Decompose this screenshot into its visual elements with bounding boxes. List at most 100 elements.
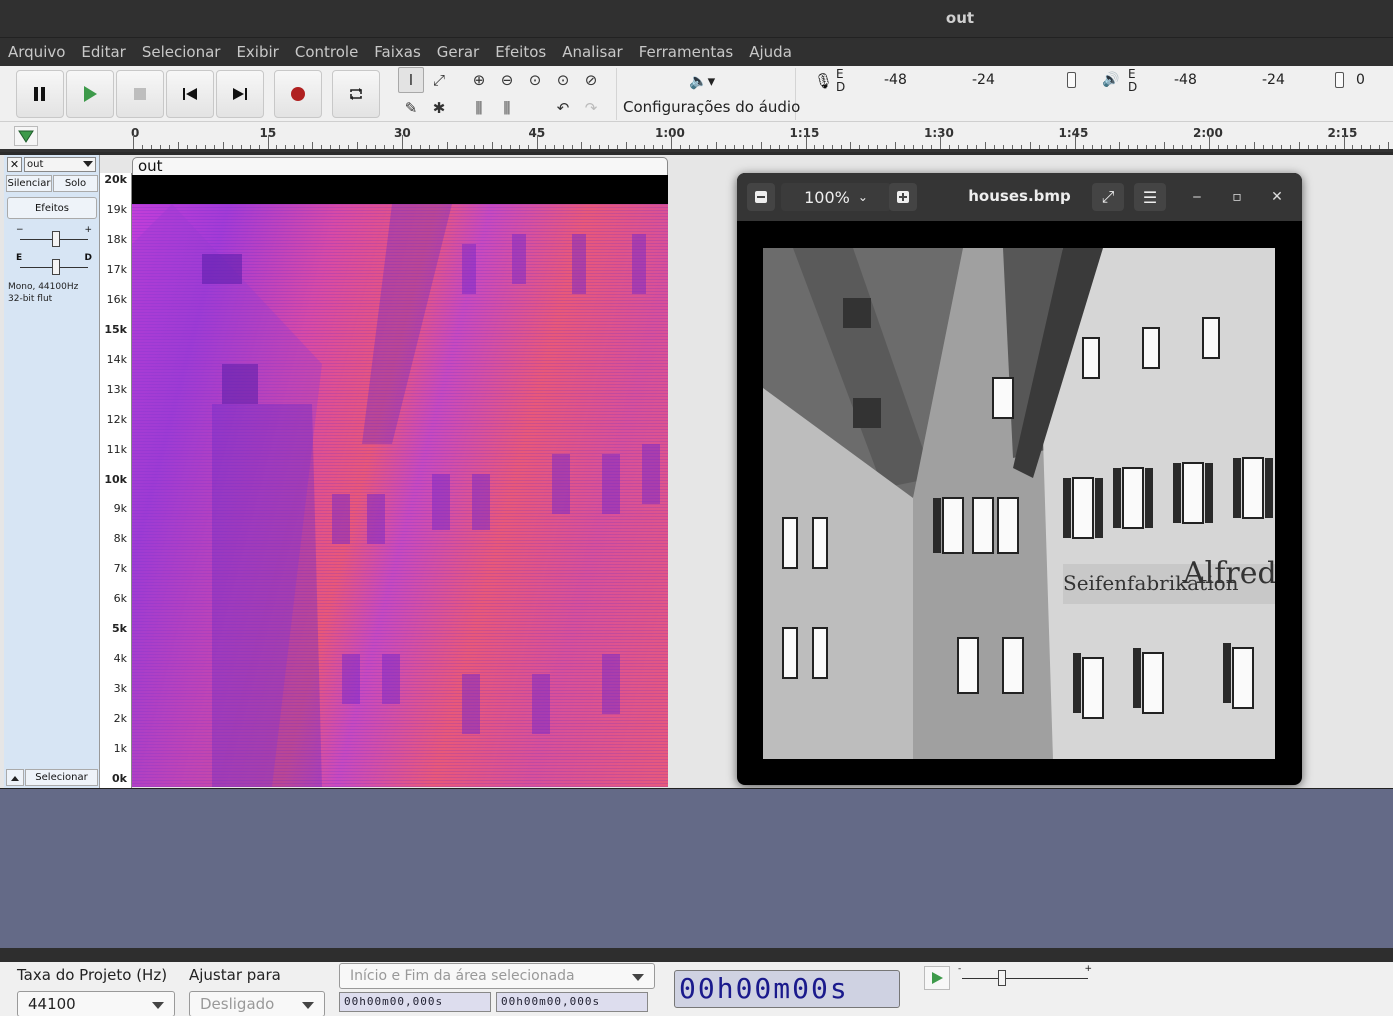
trim-audio-icon[interactable]: ⫼ [466, 95, 492, 121]
skip-end-button[interactable] [216, 70, 264, 118]
close-icon[interactable]: ✕ [1267, 187, 1287, 207]
fit-project-icon[interactable]: ⊙ [550, 67, 576, 93]
timeline-tick [464, 145, 466, 149]
zoom-level-dropdown[interactable]: 100% ⌄ [781, 183, 891, 211]
frequency-label: 16k [106, 292, 127, 306]
zoom-out-icon[interactable]: ⊖ [494, 67, 520, 93]
timeline-tick [975, 145, 977, 149]
record-volume-thumb[interactable] [1067, 72, 1076, 88]
speed-knob[interactable] [998, 970, 1006, 986]
menu-controle[interactable]: Controle [295, 43, 358, 61]
timeline-tick [366, 145, 368, 149]
playback-volume-thumb[interactable] [1335, 72, 1344, 88]
collapse-track-button[interactable] [6, 769, 24, 786]
timeline-tick [868, 145, 870, 149]
loop-button[interactable] [332, 70, 380, 118]
record-button[interactable] [274, 70, 322, 118]
timeline-tick [1173, 145, 1175, 149]
maximize-icon[interactable]: ▫ [1227, 187, 1247, 207]
zoom-in-icon[interactable]: ⊕ [466, 67, 492, 93]
frequency-label: 14k [106, 352, 127, 366]
menu-ferramentas[interactable]: Ferramentas [639, 43, 734, 61]
playback-meter[interactable]: 🔊 E D -48 -24 0 [1098, 68, 1388, 118]
effects-button[interactable]: Efeitos [7, 197, 97, 219]
project-rate-select[interactable]: 44100 [17, 991, 175, 1016]
mute-button[interactable]: Silenciar [6, 175, 52, 192]
title-bar: out [0, 0, 1393, 38]
image-viewer-window: 100% ⌄ houses.bmp ⤢ ☰ ‒ ▫ ✕ Seifenfabrik… [737, 173, 1302, 785]
main-menu-button[interactable]: ☰ [1134, 183, 1166, 211]
timeline-tick [1083, 145, 1085, 149]
timeline-ruler[interactable]: 0 15 30 45 1:00 1:15 1:30 1:45 2:00 2:15 [0, 122, 1393, 152]
menu-arquivo[interactable]: Arquivo [8, 43, 65, 61]
empty-track-area[interactable] [0, 788, 1393, 948]
play-at-speed-button[interactable] [924, 966, 950, 990]
draw-tool-icon[interactable]: ✎ [398, 95, 424, 121]
menu-faixas[interactable]: Faixas [374, 43, 421, 61]
zoom-out-button[interactable] [747, 183, 775, 211]
timeline-tick [536, 135, 538, 149]
zoom-toggle-icon[interactable]: ⊘ [578, 67, 604, 93]
track-close-button[interactable]: ✕ [7, 157, 22, 172]
redo-icon[interactable]: ↷ [578, 95, 604, 121]
selection-end-time[interactable]: 00h00m00,000s [496, 992, 648, 1012]
track-name-menu[interactable]: out [24, 157, 96, 172]
menu-editar[interactable]: Editar [81, 43, 125, 61]
menu-gerar[interactable]: Gerar [437, 43, 479, 61]
skip-start-button[interactable] [166, 70, 214, 118]
playback-meter-tick: -48 [1174, 72, 1197, 88]
pan-knob[interactable] [52, 259, 60, 275]
menu-analisar[interactable]: Analisar [562, 43, 622, 61]
gain-slider[interactable]: − + [16, 225, 92, 247]
selection-mode-select[interactable]: Início e Fim da área selecionada [339, 963, 655, 989]
record-meter[interactable]: 🎙 E D -48 -24 [808, 68, 1088, 118]
timeline-tick [635, 145, 637, 149]
timeline-tick [841, 145, 843, 149]
fullscreen-button[interactable]: ⤢ [1092, 183, 1124, 211]
timeline-tick [993, 145, 995, 149]
zoom-in-button[interactable] [889, 183, 917, 211]
timeline-tick [1325, 145, 1327, 149]
fit-selection-icon[interactable]: ⊙ [522, 67, 548, 93]
pan-slider[interactable]: E D [16, 253, 92, 275]
menu-exibir[interactable]: Exibir [236, 43, 278, 61]
timeline-tick [913, 145, 915, 149]
timeline-tick [527, 145, 529, 149]
playhead-button[interactable] [14, 126, 38, 146]
timeline-tick [1370, 145, 1372, 149]
frequency-label: 20k [104, 173, 127, 186]
stop-button[interactable] [116, 70, 164, 118]
timeline-tick [1092, 145, 1094, 149]
timeline-tick [599, 145, 601, 149]
envelope-tool-icon[interactable]: ⤢ [426, 67, 452, 93]
multi-tool-icon[interactable]: ✱ [426, 95, 452, 121]
chevron-down-icon [152, 1002, 164, 1009]
playback-speed-slider[interactable]: - + [958, 964, 1092, 986]
timeline-tick [778, 145, 780, 149]
spectrogram[interactable] [132, 175, 668, 787]
menu-selecionar[interactable]: Selecionar [142, 43, 221, 61]
solo-button[interactable]: Solo [53, 175, 98, 192]
timeline-tick [966, 145, 968, 149]
minimize-icon[interactable]: ‒ [1187, 187, 1207, 207]
timeline-tick [814, 145, 816, 149]
timeline-tick [796, 145, 798, 149]
frequency-label: 15k [104, 322, 127, 336]
audio-position-time[interactable]: 00h00m00s [674, 970, 900, 1008]
gain-knob[interactable] [52, 231, 60, 247]
menu-efeitos[interactable]: Efeitos [495, 43, 546, 61]
frequency-label: 10k [104, 472, 127, 486]
pause-button[interactable] [16, 70, 64, 118]
selection-start-time[interactable]: 00h00m00,000s [339, 992, 491, 1012]
audio-settings-button[interactable]: 🔈▾ Configurações do áudio [616, 68, 800, 120]
silence-audio-icon[interactable]: ⫼ [494, 95, 520, 121]
menu-ajuda[interactable]: Ajuda [749, 43, 792, 61]
select-track-button[interactable]: Selecionar [25, 769, 98, 786]
snap-to-select[interactable]: Desligado [189, 991, 325, 1016]
clip-title-bar[interactable]: out [132, 157, 668, 175]
timeline-tick [384, 145, 386, 149]
selection-tool-icon[interactable]: I [398, 67, 424, 93]
play-button[interactable] [66, 70, 114, 118]
timeline-tick [617, 145, 619, 149]
undo-icon[interactable]: ↶ [550, 95, 576, 121]
